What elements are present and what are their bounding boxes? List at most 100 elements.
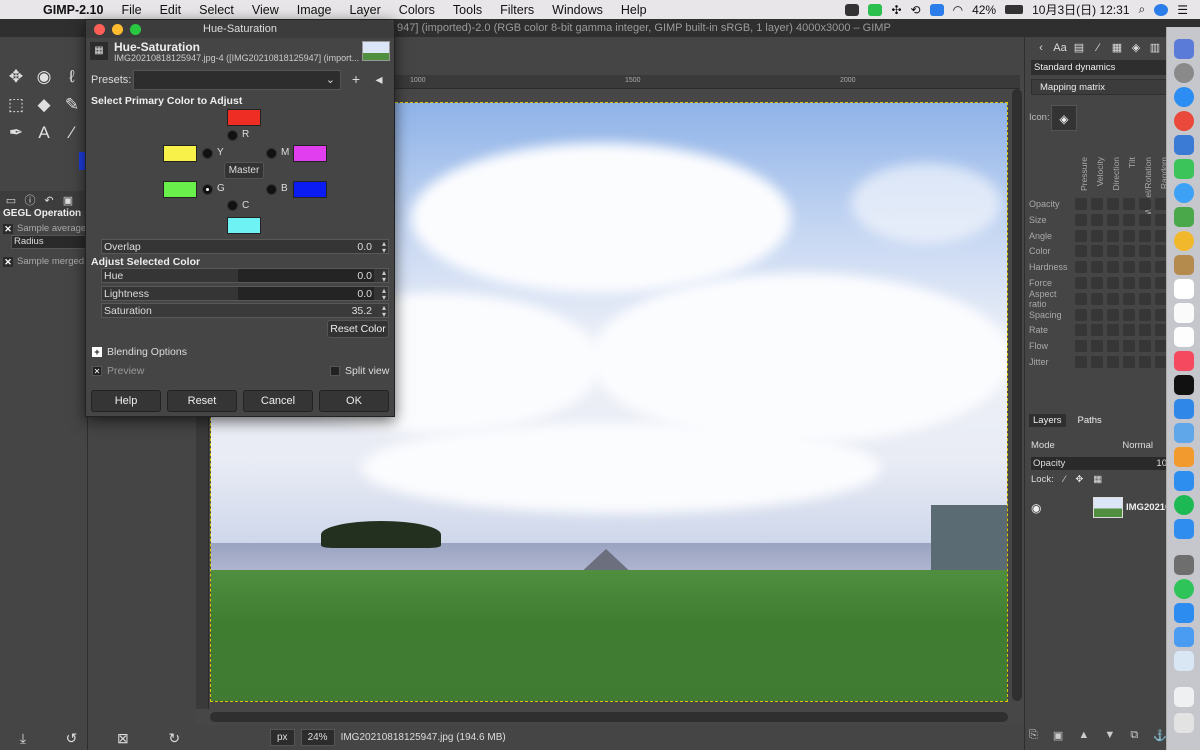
matrix-cell[interactable] (1107, 261, 1119, 274)
collapse-icon[interactable]: ‹ (1033, 41, 1049, 56)
new-layer-icon[interactable]: ⎘ (1029, 729, 1038, 742)
matrix-cell[interactable] (1075, 261, 1087, 274)
matrix-cell[interactable] (1075, 308, 1087, 321)
path-tool-icon[interactable]: ✒ (2, 121, 30, 145)
sample-merged-checkbox[interactable]: ✕ (3, 256, 13, 267)
lightness-spin-icon[interactable]: ▴ ▾ (382, 287, 386, 302)
paths-tab[interactable]: Paths (1074, 414, 1106, 427)
green-radio[interactable] (202, 184, 213, 195)
blue-swatch[interactable] (293, 181, 327, 198)
duplicate-layer-icon[interactable]: ⧉ (1130, 729, 1138, 742)
fonts-tab-icon[interactable]: Aa (1052, 41, 1068, 56)
menu-layer[interactable]: Layer (341, 3, 390, 17)
matrix-cell[interactable] (1091, 277, 1103, 289)
sample-average-option[interactable]: ✕ Sample average (3, 223, 86, 234)
matrix-cell[interactable] (1075, 292, 1087, 305)
matrix-cell[interactable] (1107, 292, 1119, 305)
saturation-slider[interactable]: Saturation 35.2 ▴ ▾ (101, 303, 389, 319)
blue-radio[interactable] (266, 184, 277, 195)
layers-tab[interactable]: Layers (1029, 414, 1066, 427)
matrix-cell[interactable] (1139, 292, 1151, 305)
matrix-cell[interactable] (1139, 340, 1151, 353)
matrix-cell[interactable] (1091, 245, 1103, 258)
numbers-icon[interactable] (1174, 399, 1194, 419)
anchor-icon[interactable]: ⚓ (1153, 729, 1167, 742)
split-view-option[interactable]: Split view (330, 365, 389, 377)
pages-icon[interactable] (1174, 447, 1194, 467)
folder-icon[interactable] (1174, 687, 1194, 707)
matrix-cell[interactable] (1139, 277, 1151, 289)
red-radio[interactable] (227, 130, 238, 141)
photos-icon[interactable] (1174, 231, 1194, 251)
chrome-icon[interactable] (1174, 111, 1194, 131)
menu-filters[interactable]: Filters (491, 3, 543, 17)
clock[interactable]: 10月3日(日) 12:31 (1032, 1, 1129, 18)
overlap-spin-icon[interactable]: ▴ ▾ (382, 240, 386, 255)
color-picker-icon[interactable]: ⁄ (58, 121, 86, 145)
matrix-cell[interactable] (1123, 213, 1135, 226)
matrix-cell[interactable] (1075, 245, 1087, 258)
matrix-cell[interactable] (1139, 229, 1151, 242)
matrix-cell[interactable] (1091, 324, 1103, 337)
dynamics-name[interactable]: Standard dynamics (1031, 60, 1167, 75)
matrix-cell[interactable] (1107, 340, 1119, 353)
preview-option[interactable]: ✕ Preview (92, 365, 144, 377)
raise-layer-icon[interactable]: ▲ (1078, 729, 1089, 742)
matrix-cell[interactable] (1107, 277, 1119, 289)
matrix-cell[interactable] (1123, 261, 1135, 274)
dynamics-icon-button[interactable]: ◈ (1051, 105, 1077, 131)
matrix-cell[interactable] (1091, 261, 1103, 274)
tv-icon[interactable] (1174, 375, 1194, 395)
hue-spin-icon[interactable]: ▴ ▾ (382, 269, 386, 284)
menu-select[interactable]: Select (190, 3, 243, 17)
matrix-cell[interactable] (1123, 340, 1135, 353)
ellipse-select-icon[interactable]: ◉ (30, 65, 58, 89)
gimp-icon[interactable] (1174, 555, 1194, 575)
safari-icon[interactable] (1174, 87, 1194, 107)
battery-percent[interactable]: 42% (972, 3, 996, 17)
keynote-icon[interactable] (1174, 423, 1194, 443)
matrix-cell[interactable] (1091, 308, 1103, 321)
minimize-icon[interactable] (112, 24, 123, 35)
matrix-cell[interactable] (1123, 308, 1135, 321)
magenta-radio[interactable] (266, 148, 277, 159)
matrix-cell[interactable] (1091, 340, 1103, 353)
preview-checkbox[interactable]: ✕ (92, 366, 102, 376)
zoom-icon[interactable] (130, 24, 141, 35)
cyan-radio[interactable] (227, 200, 238, 211)
reset-button[interactable]: Reset (167, 390, 237, 412)
matrix-cell[interactable] (1123, 198, 1135, 210)
control-center-icon[interactable]: ☰ (1177, 3, 1188, 17)
messages-icon[interactable] (1174, 183, 1194, 203)
preset-menu-icon[interactable]: ◂ (371, 71, 387, 87)
menu-image[interactable]: Image (288, 3, 341, 17)
menu-windows[interactable]: Windows (543, 3, 612, 17)
move-tool-icon[interactable]: ✥ (2, 65, 30, 89)
matrix-cell[interactable] (1075, 356, 1087, 368)
matrix-cell[interactable] (1123, 356, 1135, 368)
matrix-cell[interactable] (1091, 356, 1103, 368)
help-button[interactable]: Help (91, 390, 161, 412)
presets-combo[interactable]: ⌄ (133, 70, 341, 90)
line-app-icon[interactable] (1174, 579, 1194, 599)
saturation-value[interactable]: 35.2 (352, 305, 372, 317)
music-icon[interactable] (1174, 351, 1194, 371)
lower-layer-icon[interactable]: ▼ (1104, 729, 1115, 742)
restore-options-icon[interactable]: ↺ (66, 730, 78, 747)
matrix-cell[interactable] (1075, 324, 1087, 337)
sync-icon[interactable]: ⟲ (911, 3, 921, 17)
green-swatch[interactable] (163, 181, 197, 198)
reminders-icon[interactable] (1174, 327, 1194, 347)
spotify-icon[interactable] (1174, 495, 1194, 515)
sample-average-checkbox[interactable]: ✕ (3, 223, 13, 234)
matrix-cell[interactable] (1107, 308, 1119, 321)
vertical-scrollbar[interactable] (1012, 89, 1022, 701)
lasso-icon[interactable]: ℓ (58, 65, 86, 89)
new-group-icon[interactable]: ▣ (1053, 729, 1063, 742)
sample-merged-option[interactable]: ✕ Sample merged (3, 256, 84, 267)
overlap-slider[interactable]: Overlap 0.0 ▴ ▾ (101, 239, 389, 255)
matrix-cell[interactable] (1123, 229, 1135, 242)
matrix-cell[interactable] (1123, 245, 1135, 258)
matrix-cell[interactable] (1075, 213, 1087, 226)
lock-alpha-icon[interactable]: ▦ (1093, 474, 1102, 485)
